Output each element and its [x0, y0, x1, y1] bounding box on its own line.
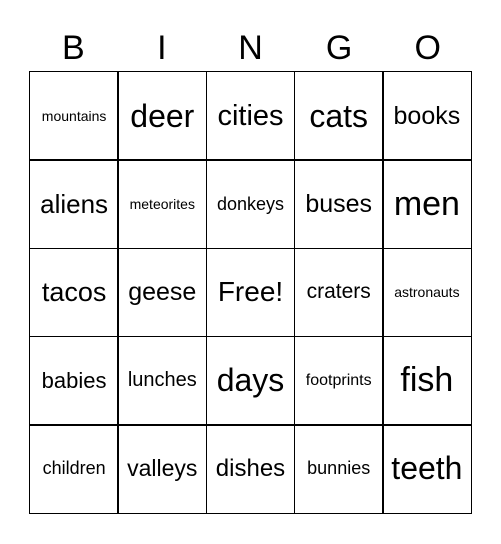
bingo-cell[interactable]: valleys	[117, 424, 208, 514]
bingo-cell[interactable]: footprints	[293, 335, 384, 426]
bingo-cell[interactable]: cities	[205, 71, 296, 161]
cell-word: buses	[305, 189, 373, 218]
free-space-cell[interactable]: Free!	[205, 247, 296, 338]
bingo-cell[interactable]: cats	[293, 71, 384, 161]
cell-word: Free!	[217, 276, 284, 308]
cell-word: deer	[130, 97, 195, 134]
bingo-cell[interactable]: days	[205, 335, 296, 426]
bingo-cell[interactable]: aliens	[29, 159, 119, 250]
bingo-cell[interactable]: meteorites	[117, 159, 208, 250]
header-letter-n: N	[238, 29, 263, 67]
cell-word: cats	[309, 97, 369, 134]
cell-word: craters	[306, 280, 371, 304]
cell-word: aliens	[40, 188, 109, 219]
cell-word: mountains	[41, 108, 107, 125]
bingo-cell[interactable]: buses	[293, 159, 384, 250]
bingo-cell[interactable]: teeth	[382, 424, 472, 514]
cell-word: bunnies	[307, 458, 371, 479]
cell-word: days	[216, 362, 285, 399]
cell-word: valleys	[127, 455, 198, 482]
bingo-cell[interactable]: deer	[117, 71, 208, 161]
cell-word: geese	[128, 277, 197, 306]
bingo-cell[interactable]: babies	[29, 335, 119, 426]
bingo-board: mountains deer cities cats books aliens …	[29, 71, 472, 514]
cell-word: astronauts	[394, 284, 460, 301]
header-letter-b: B	[61, 29, 85, 67]
cell-word: children	[42, 458, 106, 479]
cell-word: babies	[41, 367, 107, 393]
bingo-cell[interactable]: donkeys	[205, 159, 296, 250]
cell-word: tacos	[41, 276, 107, 307]
bingo-cell[interactable]: craters	[293, 247, 384, 338]
bingo-cell[interactable]: fish	[382, 335, 472, 426]
bingo-cell[interactable]: mountains	[29, 71, 119, 161]
cell-word: dishes	[215, 454, 286, 482]
cell-word: books	[393, 101, 461, 130]
header-letter-i: I	[157, 29, 167, 67]
header-letter-o: O	[414, 29, 441, 67]
cell-word: lunches	[127, 369, 197, 392]
bingo-cell[interactable]: books	[382, 71, 472, 161]
cell-word: meteorites	[129, 196, 195, 213]
bingo-cell[interactable]: geese	[117, 247, 208, 338]
bingo-cell[interactable]: children	[29, 424, 119, 514]
bingo-cell[interactable]: lunches	[117, 335, 208, 426]
cell-word: donkeys	[216, 193, 285, 214]
bingo-cell[interactable]: astronauts	[382, 247, 472, 338]
cell-word: cities	[217, 99, 284, 132]
bingo-header: B I N G O	[29, 26, 472, 70]
cell-word: fish	[400, 361, 454, 400]
cell-word: men	[393, 184, 460, 223]
header-letter-g: G	[325, 29, 353, 67]
cell-word: footprints	[305, 371, 372, 389]
bingo-cell[interactable]: dishes	[205, 424, 296, 514]
bingo-cell[interactable]: tacos	[29, 247, 119, 338]
bingo-cell[interactable]: bunnies	[293, 424, 384, 514]
cell-word: teeth	[391, 450, 463, 487]
bingo-cell[interactable]: men	[382, 159, 472, 250]
